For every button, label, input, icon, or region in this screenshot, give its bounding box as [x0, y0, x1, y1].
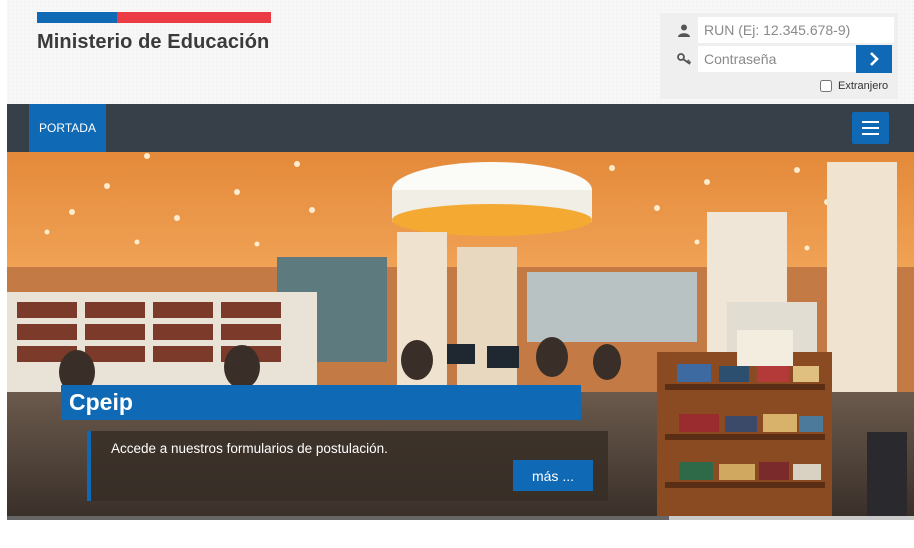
hero-description: Accede a nuestros formularios de postula…	[111, 441, 388, 456]
key-icon	[670, 53, 698, 65]
run-input[interactable]	[698, 17, 894, 43]
user-icon	[670, 24, 698, 37]
hero-title: Cpeip	[61, 385, 581, 420]
left-edge	[0, 0, 7, 548]
login-panel: Extranjero	[660, 13, 898, 99]
password-input[interactable]	[698, 46, 856, 72]
foreign-checkbox[interactable]	[820, 80, 832, 92]
flag-red-segment	[117, 12, 271, 23]
government-flag-bar	[37, 12, 271, 23]
login-submit-button[interactable]	[856, 45, 892, 73]
flag-blue-segment	[37, 12, 117, 23]
chevron-right-icon	[870, 52, 879, 66]
foreign-label: Extranjero	[838, 80, 889, 92]
more-button[interactable]: más ...	[513, 460, 593, 491]
main-navigation: PORTADA	[7, 104, 914, 152]
foreign-option[interactable]: Extranjero	[820, 80, 888, 92]
hero-caption: Accede a nuestros formularios de postula…	[87, 431, 608, 501]
carousel-progress-bar	[7, 516, 914, 520]
nav-tab-portada[interactable]: PORTADA	[29, 104, 106, 152]
hamburger-menu-icon[interactable]	[852, 112, 889, 144]
run-field-row	[670, 17, 894, 43]
carousel-progress-fill	[7, 516, 670, 520]
ministry-logo-text[interactable]: Ministerio de Educación	[37, 31, 269, 54]
